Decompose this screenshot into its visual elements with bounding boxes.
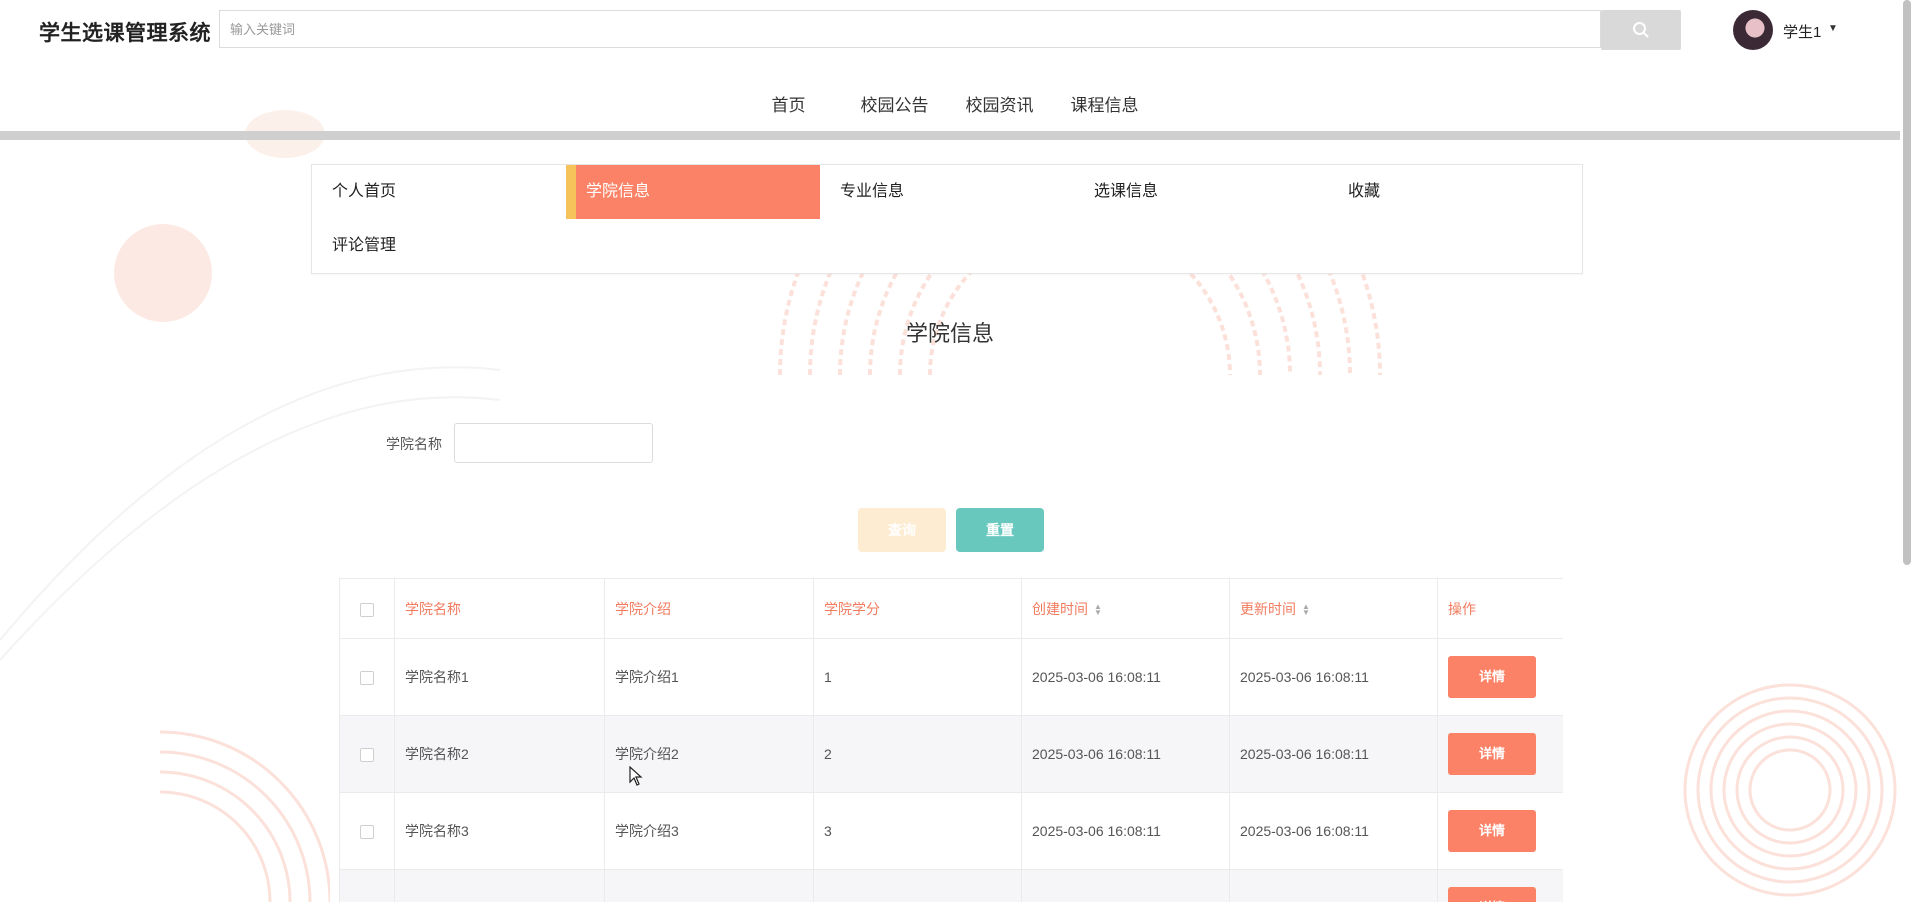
cell-created-time: 2025-03-06 16:08:11 — [1021, 638, 1230, 716]
table-header-row: 学院名称 学院介绍 学院学分 创建时间 ▲ ▼ 更新时间 ▲ ▼ 操作 — [339, 578, 1563, 639]
cell-created-time: 2025-03-06 16:08:11 — [1021, 792, 1230, 870]
cell-college-credit: 3 — [813, 792, 1022, 870]
center-menu: 个人首页 学院信息 专业信息 选课信息 收藏 评论管理 — [311, 164, 1583, 274]
scrollbar[interactable] — [1903, 0, 1911, 565]
select-all-cell — [339, 578, 395, 639]
search-box — [219, 10, 1601, 48]
decorative-rings — [1683, 683, 1897, 897]
decorative-rings — [159, 730, 330, 902]
cell-college-intro: 学院介绍3 — [604, 792, 814, 870]
mouse-cursor-icon — [629, 766, 643, 786]
cell-college-name — [394, 869, 605, 902]
table-row: 学院名称2 学院介绍2 2 2025-03-06 16:08:11 2025-0… — [339, 715, 1563, 793]
cell-college-name: 学院名称3 — [394, 792, 605, 870]
detail-button[interactable]: 详情 — [1448, 656, 1536, 698]
cell-college-credit: 1 — [813, 638, 1022, 716]
app-title: 学生选课管理系统 — [39, 22, 211, 45]
column-header-label: 更新时间 — [1240, 600, 1296, 617]
cell-college-credit — [813, 869, 1022, 902]
table-row: 学院名称3 学院介绍3 3 2025-03-06 16:08:11 2025-0… — [339, 792, 1563, 870]
cell-action: 详情 — [1437, 715, 1563, 793]
row-select-cell — [339, 638, 395, 716]
cell-action: 详情 — [1437, 869, 1563, 902]
avatar[interactable] — [1733, 10, 1773, 50]
column-header: 学院介绍 — [604, 578, 814, 639]
caret-down-icon[interactable]: ▼ — [1828, 23, 1838, 34]
decorative-circle — [114, 224, 212, 322]
detail-button[interactable]: 详情 — [1448, 733, 1536, 775]
nav-item-announcements[interactable]: 校园公告 — [842, 91, 947, 116]
column-header-sortable[interactable]: 创建时间 ▲ ▼ — [1021, 578, 1230, 639]
college-table: 学院名称 学院介绍 学院学分 创建时间 ▲ ▼ 更新时间 ▲ ▼ 操作 学院名称1 学院… — [339, 578, 1563, 902]
detail-button[interactable]: 详情 — [1448, 887, 1536, 902]
menu-item-college-info[interactable]: 学院信息 — [566, 165, 820, 219]
cell-college-name: 学院名称1 — [394, 638, 605, 716]
row-select-cell — [339, 869, 395, 902]
search-button[interactable] — [1601, 10, 1681, 50]
cell-updated-time — [1229, 869, 1438, 902]
filter-label: 学院名称 — [386, 436, 442, 452]
sort-icon[interactable]: ▲ ▼ — [1302, 602, 1310, 616]
row-checkbox[interactable] — [360, 671, 374, 686]
cell-updated-time: 2025-03-06 16:08:11 — [1229, 792, 1438, 870]
detail-button[interactable]: 详情 — [1448, 810, 1536, 852]
cell-created-time: 2025-03-06 16:08:11 — [1021, 715, 1230, 793]
column-header: 操作 — [1437, 578, 1563, 639]
table-row: 详情 — [339, 869, 1563, 902]
nav-item-courses[interactable]: 课程信息 — [1052, 91, 1157, 116]
menu-item-course-selection[interactable]: 选课信息 — [1074, 165, 1328, 219]
sort-icon[interactable]: ▲ ▼ — [1094, 602, 1102, 616]
menu-item-major-info[interactable]: 专业信息 — [820, 165, 1074, 219]
nav-item-home[interactable]: 首页 — [736, 91, 841, 116]
user-name[interactable]: 学生1 — [1783, 21, 1821, 42]
cell-college-credit: 2 — [813, 715, 1022, 793]
page-title: 学院信息 — [905, 321, 994, 346]
nav-item-news[interactable]: 校园资讯 — [947, 91, 1052, 116]
cell-action: 详情 — [1437, 638, 1563, 716]
row-select-cell — [339, 715, 395, 793]
menu-item-favorites[interactable]: 收藏 — [1328, 165, 1582, 219]
cell-updated-time: 2025-03-06 16:08:11 — [1229, 638, 1438, 716]
cell-college-intro: 学院介绍1 — [604, 638, 814, 716]
search-input[interactable] — [220, 11, 1600, 47]
column-header-label: 创建时间 — [1032, 600, 1088, 617]
main-nav: 首页 校园公告 校园资讯 课程信息 — [0, 60, 1911, 140]
cell-college-name: 学院名称2 — [394, 715, 605, 793]
column-header: 学院名称 — [394, 578, 605, 639]
select-all-checkbox[interactable] — [360, 602, 374, 617]
college-name-input[interactable] — [454, 423, 653, 463]
menu-item-profile[interactable]: 个人首页 — [312, 165, 566, 219]
table-row: 学院名称1 学院介绍1 1 2025-03-06 16:08:11 2025-0… — [339, 638, 1563, 716]
cell-action: 详情 — [1437, 792, 1563, 870]
row-checkbox[interactable] — [360, 748, 374, 763]
row-select-cell — [339, 792, 395, 870]
column-header-sortable[interactable]: 更新时间 ▲ ▼ — [1229, 578, 1438, 639]
row-checkbox[interactable] — [360, 825, 374, 840]
cell-college-intro — [604, 869, 814, 902]
nav-divider — [0, 131, 1900, 140]
top-header: 学生选课管理系统 学生1 ▼ — [0, 0, 1911, 60]
cell-updated-time: 2025-03-06 16:08:11 — [1229, 715, 1438, 793]
reset-button[interactable]: 重置 — [956, 508, 1044, 552]
column-header: 学院学分 — [813, 578, 1022, 639]
cell-created-time — [1021, 869, 1230, 902]
menu-item-comments[interactable]: 评论管理 — [312, 219, 566, 273]
query-button[interactable]: 查询 — [858, 508, 946, 552]
search-icon — [1633, 22, 1649, 38]
